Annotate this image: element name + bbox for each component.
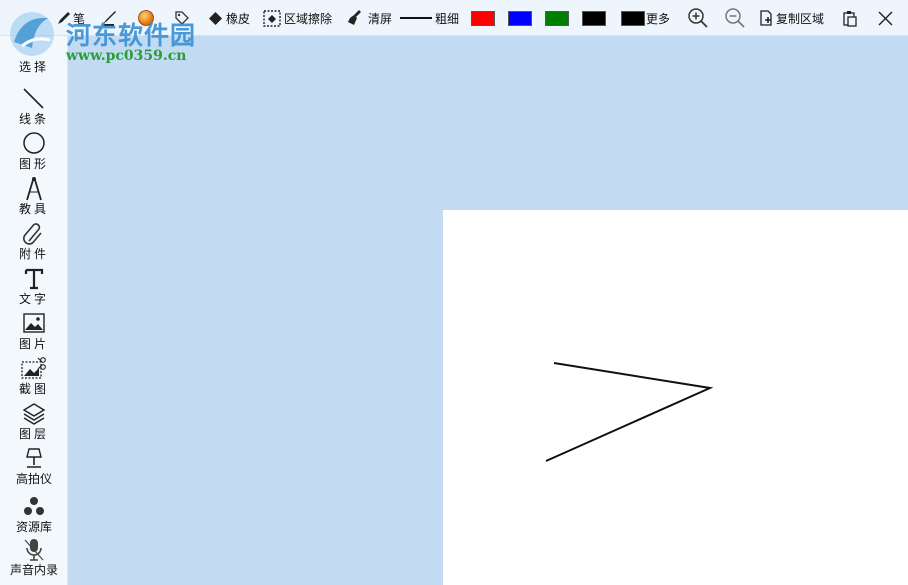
thickness-line-icon (400, 17, 432, 19)
text-icon (24, 268, 44, 290)
sidebar-item-label: 图片 (18, 337, 49, 351)
sidebar-item-select[interactable]: 选择 (0, 60, 68, 74)
image-icon (23, 313, 45, 333)
clear-screen-tool[interactable]: 清屏 (347, 0, 392, 36)
sidebar-item-label: 选择 (18, 60, 49, 74)
sidebar-item-label: 图形 (18, 157, 49, 171)
sidebar-item-audio-record[interactable]: 声音内录 (0, 537, 68, 577)
sidebar-item-label: 声音内录 (9, 563, 58, 577)
document-camera-icon (26, 448, 42, 468)
more-colors-label: 更多 (646, 11, 671, 26)
sidebar-item-screenshot[interactable]: 截图 (0, 356, 68, 396)
watermark-url: www.pc0359.cn (66, 48, 187, 64)
close-button[interactable] (877, 0, 894, 36)
color-swatch-blue[interactable] (508, 11, 532, 26)
sidebar-item-label: 线条 (18, 112, 49, 126)
zoom-in-icon (688, 8, 708, 28)
layers-icon (22, 403, 46, 425)
broom-icon (348, 10, 361, 25)
line-icon (23, 88, 44, 109)
sidebar-item-resources[interactable]: 资源库 (0, 494, 68, 534)
pen-label: 笔 (73, 11, 86, 26)
sidebar-item-label: 文字 (18, 292, 49, 306)
top-toolbar: 笔 橡皮 区域擦除 清屏 粗细 更多 复制区域 (0, 0, 908, 36)
more-colors-button[interactable]: 更多 (646, 0, 670, 36)
sidebar-item-layers[interactable]: 图层 (0, 401, 68, 441)
compass-icon (26, 177, 42, 201)
sidebar-item-text[interactable]: 文字 (0, 266, 68, 306)
zoom-out-button[interactable] (724, 0, 746, 36)
copy-area-button[interactable]: 复制区域 (759, 0, 824, 36)
eraser-icon (209, 11, 222, 25)
drawn-angle-stroke (545, 362, 714, 462)
highlighter-tool[interactable] (136, 0, 156, 36)
color-swatch-current[interactable] (621, 11, 645, 26)
left-sidebar: 选择 线条 图形 教具 附件 文字 图片 截图 图层 高拍仪 资源库 声音内录 (0, 36, 68, 585)
brush-tool[interactable] (100, 0, 118, 36)
zoom-in-button[interactable] (687, 0, 709, 36)
sidebar-item-label: 图层 (18, 427, 49, 441)
eraser-tool[interactable]: 橡皮 (208, 0, 250, 36)
sidebar-item-teaching-tools[interactable]: 教具 (0, 176, 68, 216)
pen-icon (58, 12, 70, 24)
pen-tool[interactable]: 笔 (56, 0, 85, 36)
sidebar-item-label: 高拍仪 (15, 472, 52, 486)
tag-icon (175, 11, 189, 25)
clipboard-icon (843, 10, 857, 27)
highlighter-icon (138, 10, 154, 26)
area-erase-icon (263, 9, 281, 27)
paste-button[interactable] (842, 0, 858, 36)
color-swatch-green[interactable] (545, 11, 569, 26)
sidebar-item-attachment[interactable]: 附件 (0, 221, 68, 261)
close-icon (878, 11, 893, 25)
sidebar-item-label: 教具 (18, 202, 49, 216)
copy-area-label: 复制区域 (776, 11, 825, 26)
resource-icon (24, 497, 44, 515)
copy-area-icon (760, 10, 772, 26)
area-erase-tool[interactable]: 区域擦除 (263, 0, 332, 36)
microphone-icon (24, 539, 44, 561)
area-erase-label: 区域擦除 (284, 11, 333, 26)
zoom-out-icon (725, 8, 745, 28)
brush-icon (102, 11, 116, 26)
thickness-tool[interactable]: 粗细 (400, 0, 459, 36)
color-swatch-red[interactable] (471, 11, 495, 26)
sidebar-item-image[interactable]: 图片 (0, 311, 68, 351)
screenshot-icon (21, 357, 46, 379)
drawing-canvas[interactable] (443, 210, 908, 585)
color-swatch-black[interactable] (582, 11, 606, 26)
sidebar-item-label: 截图 (18, 382, 49, 396)
paperclip-icon (23, 223, 42, 245)
circle-icon (23, 132, 45, 154)
clear-screen-label: 清屏 (368, 11, 393, 26)
eraser-label: 橡皮 (226, 11, 251, 26)
thickness-label: 粗细 (435, 11, 460, 26)
sidebar-item-shape[interactable]: 图形 (0, 131, 68, 171)
sidebar-item-line[interactable]: 线条 (0, 86, 68, 126)
sidebar-item-label: 资源库 (15, 520, 52, 534)
sidebar-item-document-camera[interactable]: 高拍仪 (0, 446, 68, 486)
sidebar-item-label: 附件 (18, 247, 49, 261)
tag-tool[interactable] (174, 0, 190, 36)
